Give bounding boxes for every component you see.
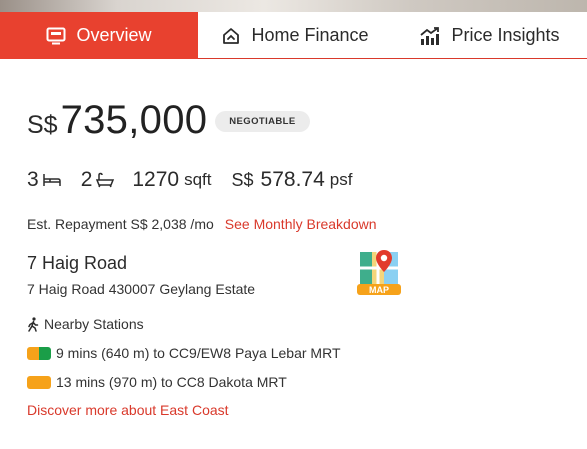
home-finance-icon (223, 27, 240, 44)
floor-size: 1270 sqft (132, 168, 211, 192)
bathroom-value: 2 (80, 168, 93, 191)
walking-person-icon (28, 316, 39, 332)
psf-value: 578.74 (260, 168, 325, 191)
circle-line-segment (27, 375, 51, 389)
chart-up-icon (420, 26, 440, 45)
mrt-line-badge (27, 346, 51, 360)
tab-price-insights[interactable]: Price Insights (392, 12, 587, 59)
listing-photo-strip (0, 0, 587, 12)
tab-overview[interactable]: Overview (0, 12, 198, 59)
repayment-row: Est. Repayment S$ 2,038 /mo See Monthly B… (27, 216, 377, 232)
map-icon (360, 250, 398, 286)
overview-icon (46, 27, 66, 44)
bathtub-icon (96, 172, 115, 188)
address-title: 7 Haig Road (27, 253, 128, 273)
property-specs: 3 2 1270 sqft S$ 578.74 psf (27, 168, 352, 192)
mrt-line-badge (27, 375, 51, 389)
tab-home-finance[interactable]: Home Finance (198, 12, 392, 59)
floor-size-unit: sqft (184, 170, 212, 189)
tab-bar: Overview Home Finance Price Insights (0, 12, 587, 59)
psf-currency: S$ (231, 169, 254, 190)
price-row: S$ 735,000 NEGOTIABLE (27, 98, 310, 143)
psf-unit: psf (329, 170, 353, 189)
bathroom-count: 2 (81, 168, 116, 192)
price-currency: S$ (27, 111, 58, 139)
nearby-stations-label: Nearby Stations (44, 316, 144, 332)
negotiable-badge: NEGOTIABLE (215, 111, 310, 132)
bed-icon (42, 174, 61, 186)
repayment-text: Est. Repayment S$ 2,038 /mo (27, 216, 214, 232)
station-item: 9 mins (640 m) to CC9/EW8 Paya Lebar MRT (27, 345, 341, 361)
east-west-line-segment (39, 346, 51, 360)
station-text: 13 mins (970 m) to CC8 Dakota MRT (56, 374, 287, 390)
tab-price-insights-label: Price Insights (451, 25, 560, 45)
monthly-breakdown-link[interactable]: See Monthly Breakdown (225, 216, 377, 232)
address-full: 7 Haig Road 430007 Geylang Estate (27, 281, 256, 297)
price-per-sqft: S$ 578.74 psf (232, 168, 353, 192)
tab-home-finance-label: Home Finance (251, 25, 369, 45)
bedroom-count: 3 (27, 168, 62, 192)
map-button[interactable]: MAP (354, 246, 404, 298)
station-item: 13 mins (970 m) to CC8 Dakota MRT (27, 374, 287, 390)
price-amount: 735,000 (60, 98, 208, 142)
floor-size-value: 1270 (132, 168, 180, 191)
nearby-stations-heading: Nearby Stations (27, 316, 144, 332)
station-text: 9 mins (640 m) to CC9/EW8 Paya Lebar MRT (56, 345, 341, 361)
circle-line-segment (27, 346, 39, 360)
map-button-label: MAP (369, 285, 389, 295)
tab-overview-label: Overview (76, 25, 152, 45)
discover-east-coast-link[interactable]: Discover more about East Coast (27, 402, 229, 418)
bedroom-value: 3 (27, 168, 39, 191)
